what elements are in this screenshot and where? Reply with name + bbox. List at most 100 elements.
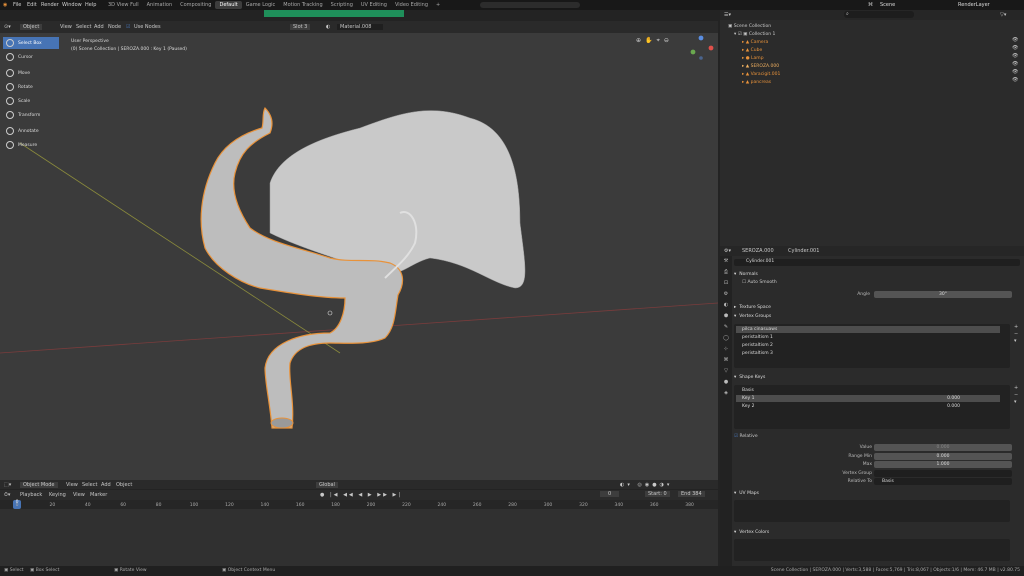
relative-to-field[interactable]: Basis bbox=[874, 478, 1012, 485]
auto-smooth-row[interactable]: ☐ Auto Smooth bbox=[742, 280, 777, 285]
keying-menu[interactable]: Keying bbox=[49, 492, 66, 498]
tool-move[interactable]: Move bbox=[3, 67, 59, 79]
menu-file[interactable]: File bbox=[13, 2, 21, 8]
footer-object-menu[interactable]: Object bbox=[116, 482, 132, 488]
menu-select[interactable]: Select bbox=[76, 24, 91, 30]
outliner-item-varacigit[interactable]: ▸ ▲ Varacigit.001 bbox=[720, 70, 1024, 78]
tab-scripting[interactable]: Scripting bbox=[327, 1, 357, 9]
3d-viewport[interactable]: Select Box Cursor Move Rotate Scale Tran… bbox=[0, 33, 718, 487]
material-field[interactable]: Material.008 bbox=[337, 24, 383, 30]
sk-list-buttons[interactable]: + − ▾ bbox=[1014, 385, 1018, 406]
tab-video-editing[interactable]: Video Editing bbox=[391, 1, 432, 9]
tab-default[interactable]: Default bbox=[215, 1, 242, 9]
tool-cursor[interactable]: Cursor bbox=[3, 51, 59, 63]
outliner-item-lamp[interactable]: ▸ ● Lamp bbox=[720, 54, 1024, 62]
filter-icon[interactable]: ▽▾ bbox=[1000, 12, 1006, 18]
tab-compositing[interactable]: Compositing bbox=[176, 1, 215, 9]
list-item[interactable]: Basis bbox=[736, 387, 1000, 394]
outliner-item-cube[interactable]: ▸ ▲ Cube bbox=[720, 46, 1024, 54]
panel-normals[interactable]: ▾ Normals bbox=[734, 270, 1020, 279]
vg-list-buttons[interactable]: + − ▾ bbox=[1014, 324, 1018, 345]
menu-window[interactable]: Window bbox=[62, 2, 82, 8]
vertex-group-field[interactable] bbox=[874, 470, 1012, 477]
collection-row[interactable]: ▾ ☑ ▣ Collection 1 bbox=[720, 30, 1024, 38]
editor-type-icon[interactable]: ⊙▾ bbox=[4, 24, 11, 30]
shading-buttons[interactable]: ◐▾ ◎◉●◑▾ bbox=[620, 482, 672, 488]
vertex-groups-list[interactable]: pilca cinasuaws peristaltism 1 peristalt… bbox=[734, 324, 1010, 368]
tab-animation[interactable]: Animation bbox=[143, 1, 177, 9]
vertex-colors-list[interactable] bbox=[734, 539, 1010, 561]
menu-help[interactable]: Help bbox=[85, 2, 96, 8]
tool-transform[interactable]: Transform bbox=[3, 109, 59, 121]
marker-menu[interactable]: Marker bbox=[90, 492, 107, 498]
use-nodes-checkbox[interactable]: ☑ bbox=[126, 24, 130, 30]
visibility-icons[interactable]: 👁 👁 👁 👁 👁 👁 bbox=[1012, 36, 1018, 84]
list-item[interactable]: pilca cinasuaws bbox=[736, 326, 1000, 333]
uv-maps-list[interactable] bbox=[734, 500, 1010, 522]
outliner-editor-icon[interactable]: ☰▾ bbox=[724, 12, 731, 18]
panel-vertex-groups[interactable]: ▾ Vertex Groups bbox=[734, 312, 1020, 321]
list-item[interactable]: peristaltism 3 bbox=[736, 350, 1000, 357]
mesh-data-name-field[interactable]: Cylinder.001 bbox=[734, 259, 1020, 266]
panel-texture-space[interactable]: ▸ Texture Space bbox=[734, 303, 1020, 312]
axis-gizmo[interactable] bbox=[688, 35, 714, 61]
add-workspace-button[interactable]: + bbox=[432, 1, 444, 9]
panel-shape-keys[interactable]: ▾ Shape Keys bbox=[734, 373, 1020, 382]
timeline-view-menu[interactable]: View bbox=[73, 492, 85, 498]
list-item[interactable]: peristaltism 2 bbox=[736, 342, 1000, 349]
panel-vertex-colors[interactable]: ▾ Vertex Colors bbox=[734, 528, 1020, 537]
list-item[interactable]: Key 2 0.000 bbox=[736, 403, 1000, 410]
menu-view[interactable]: View bbox=[60, 24, 72, 30]
footer-add-menu[interactable]: Add bbox=[101, 482, 111, 488]
angle-field[interactable]: 30° bbox=[874, 291, 1012, 298]
relative-row[interactable]: ☑ Relative bbox=[734, 434, 758, 439]
max-field[interactable]: 1.000 bbox=[874, 461, 1012, 468]
tool-select-box[interactable]: Select Box bbox=[3, 37, 59, 49]
menu-edit[interactable]: Edit bbox=[27, 2, 37, 8]
property-tab-icons[interactable]: ⚒ ⎙ ⊡ ⚙ ◐ ⬢ ✎ ◯ ⊹ ⌘ ▽ ● ◈ bbox=[720, 256, 732, 399]
viewport-nav-icons[interactable]: ⊕✋⌖⊖ bbox=[636, 37, 673, 45]
list-item[interactable]: peristaltism 1 bbox=[736, 334, 1000, 341]
tool-measure[interactable]: Measure bbox=[3, 139, 59, 151]
menu-add[interactable]: Add bbox=[94, 24, 104, 30]
blender-logo-icon[interactable]: ◉ bbox=[3, 2, 7, 8]
object-mode-dropdown[interactable]: Object Mode bbox=[20, 482, 58, 488]
list-item[interactable]: Key 1 0.000 bbox=[736, 395, 1000, 402]
outliner-item-seroza[interactable]: ▸ ▲ SEROZA.000 bbox=[720, 62, 1024, 70]
footer-view-menu[interactable]: View bbox=[66, 482, 78, 488]
tab-3d-view-full[interactable]: 3D View Full bbox=[104, 1, 143, 9]
end-frame-field[interactable]: End 384 bbox=[678, 491, 705, 497]
scene-name[interactable]: Scene bbox=[880, 2, 895, 8]
timeline-editor-icon[interactable]: ⏱▾ bbox=[4, 492, 10, 498]
mode-dropdown[interactable]: Object bbox=[20, 24, 43, 30]
slot-dropdown[interactable]: Slot 3 bbox=[290, 24, 311, 30]
value-field[interactable]: 0.000 bbox=[874, 444, 1012, 451]
menu-render[interactable]: Render bbox=[41, 2, 59, 8]
orientation-dropdown[interactable]: Global bbox=[316, 482, 338, 488]
current-frame-field[interactable]: 0 bbox=[600, 491, 620, 497]
playback-menu[interactable]: Playback bbox=[20, 492, 42, 498]
z-axis-icon[interactable] bbox=[698, 35, 704, 41]
footer-select-menu[interactable]: Select bbox=[82, 482, 97, 488]
outliner-item-pancreas[interactable]: ▸ ▲ pancreas bbox=[720, 78, 1024, 86]
mode-icon[interactable]: ⬚▾ bbox=[4, 482, 11, 488]
3d-cursor-icon[interactable] bbox=[327, 310, 333, 316]
properties-editor-icon[interactable]: ⚙▾ bbox=[724, 248, 731, 254]
menu-node[interactable]: Node bbox=[108, 24, 121, 30]
playback-controls[interactable]: ● |◀ ◀◀ ◀ ▶ ▶▶ ▶| bbox=[320, 492, 402, 498]
tool-annotate[interactable]: Annotate bbox=[3, 125, 59, 137]
range-min-field[interactable]: 0.000 bbox=[874, 453, 1012, 460]
tab-motion-tracking[interactable]: Motion Tracking bbox=[279, 1, 326, 9]
scene-collection-row[interactable]: ▣ Scene Collection bbox=[720, 22, 1024, 30]
outliner-item-camera[interactable]: ▸ ▲ Camera bbox=[720, 38, 1024, 46]
panel-uv-maps[interactable]: ▾ UV Maps bbox=[734, 489, 1020, 498]
outliner-search-input[interactable] bbox=[844, 11, 914, 18]
tool-rotate[interactable]: Rotate bbox=[3, 81, 59, 93]
timeline-area[interactable]: 0 bbox=[0, 500, 718, 566]
render-layer-name[interactable]: RenderLayer bbox=[958, 2, 990, 8]
tab-game-logic[interactable]: Game Logic bbox=[242, 1, 280, 9]
tool-scale[interactable]: Scale bbox=[3, 95, 59, 107]
tab-uv-editing[interactable]: UV Editing bbox=[357, 1, 391, 9]
y-axis-icon[interactable] bbox=[690, 49, 696, 55]
start-frame-field[interactable]: Start: 0 bbox=[645, 491, 670, 497]
